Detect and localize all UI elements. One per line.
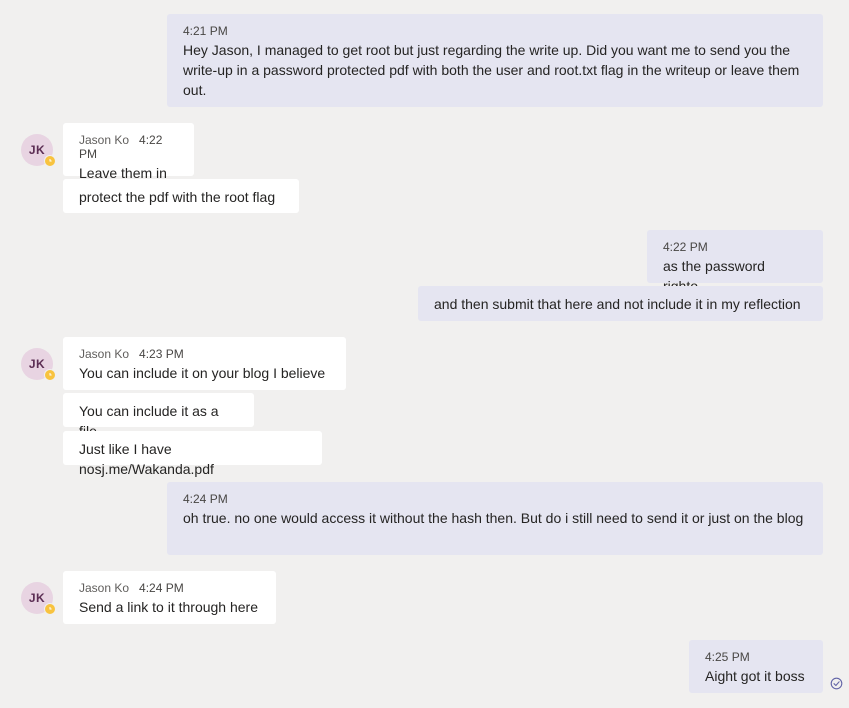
outgoing-message[interactable]: 4:21 PM Hey Jason, I managed to get root… — [167, 14, 823, 107]
outgoing-message-followup[interactable]: and then submit that here and not includ… — [418, 286, 823, 321]
avatar[interactable]: JK — [21, 348, 56, 381]
message-timestamp: 4:22 PM — [663, 240, 708, 254]
read-receipt-icon — [830, 677, 843, 690]
message-timestamp: 4:24 PM — [139, 581, 184, 595]
away-clock-icon — [44, 155, 56, 167]
outgoing-message[interactable]: 4:24 PM oh true. no one would access it … — [167, 482, 823, 555]
message-header: Jason Ko 4:22 PM — [79, 133, 178, 161]
message-text: oh true. no one would access it without … — [183, 510, 804, 526]
avatar[interactable]: JK — [21, 582, 56, 615]
message-author: Jason Ko — [79, 347, 130, 361]
message-author: Jason Ko — [79, 581, 130, 595]
avatar-initials: JK — [28, 357, 46, 371]
message-timestamp: 4:23 PM — [139, 347, 184, 361]
message-text: protect the pdf with the root flag — [79, 189, 276, 205]
message-text: Send a link to it through here — [79, 599, 259, 615]
incoming-message-followup[interactable]: You can include it as a file — [63, 393, 254, 439]
incoming-message-followup[interactable]: protect the pdf with the root flag — [63, 179, 299, 213]
incoming-message[interactable]: Jason Ko 4:23 PM You can include it on yo… — [63, 337, 346, 390]
message-text: Just like I have nosj.me/Wakanda.pdf — [79, 441, 214, 477]
message-timestamp: 4:24 PM — [183, 492, 228, 506]
message-timestamp: 4:21 PM — [183, 24, 228, 38]
incoming-message[interactable]: Jason Ko 4:24 PM Send a link to it throug… — [63, 571, 276, 624]
message-timestamp: 4:25 PM — [705, 650, 750, 664]
message-header: Jason Ko 4:24 PM — [79, 581, 260, 595]
message-text: Hey Jason, I managed to get root but jus… — [183, 42, 800, 98]
incoming-message-followup[interactable]: Just like I have nosj.me/Wakanda.pdf — [63, 431, 322, 477]
avatar-initials: JK — [28, 591, 46, 605]
message-author: Jason Ko — [79, 133, 130, 147]
incoming-message[interactable]: Jason Ko 4:22 PM Leave them in — [63, 123, 194, 181]
avatar[interactable]: JK — [21, 134, 56, 167]
away-clock-icon — [44, 603, 56, 615]
away-clock-icon — [44, 369, 56, 381]
message-text: You can include it on your blog I believ… — [79, 365, 326, 381]
avatar-initials: JK — [28, 143, 46, 157]
message-header: Jason Ko 4:23 PM — [79, 347, 330, 361]
message-text: Aight got it boss — [705, 668, 805, 684]
outgoing-message[interactable]: 4:22 PM as the password righto. — [647, 230, 823, 294]
message-text: and then submit that here and not includ… — [434, 296, 801, 312]
outgoing-message[interactable]: 4:25 PM Aight got it boss — [689, 640, 823, 693]
